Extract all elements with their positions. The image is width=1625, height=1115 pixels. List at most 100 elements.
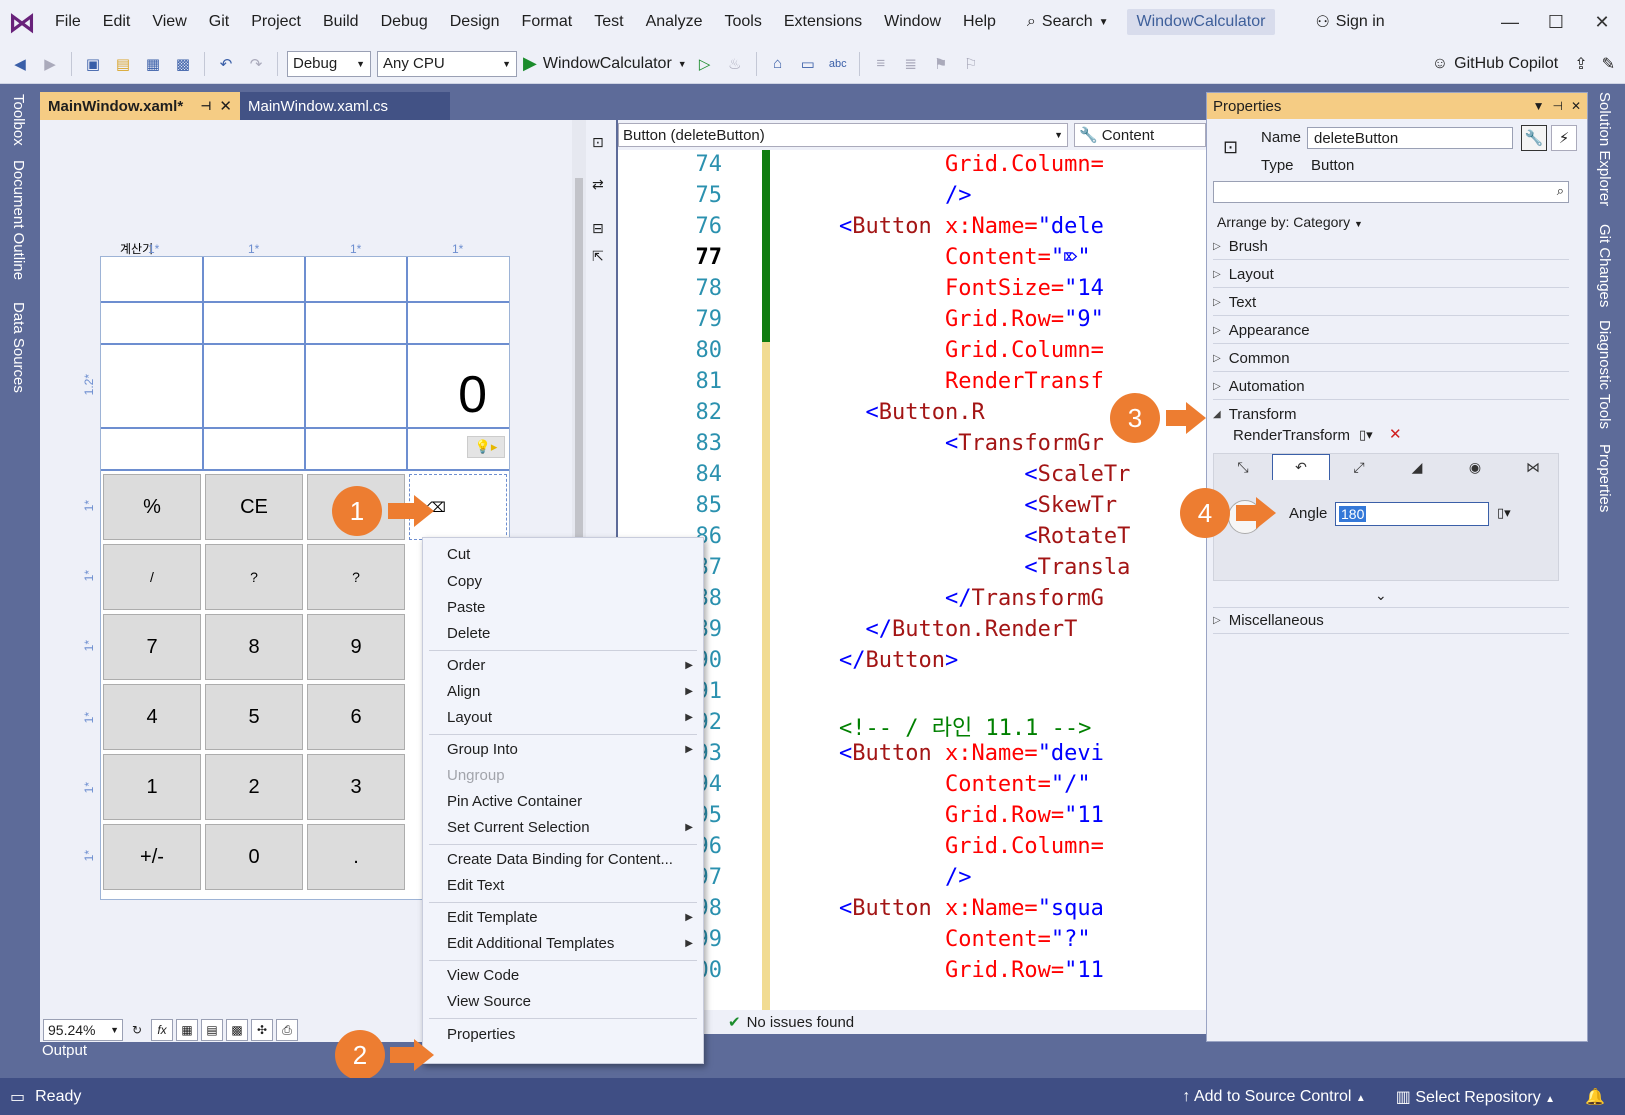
menu-edit[interactable]: Edit — [92, 0, 142, 44]
expand-more-icon[interactable]: ⌄ — [1375, 587, 1387, 604]
digit-6-button[interactable]: 6 — [307, 684, 405, 750]
save-all-icon[interactable]: ▩ — [171, 52, 195, 76]
menu-item-order[interactable]: Order — [447, 657, 485, 674]
menu-file[interactable]: File — [44, 0, 92, 44]
row-marker[interactable]: 1.2* — [82, 374, 96, 395]
menu-view[interactable]: View — [141, 0, 197, 44]
menu-format[interactable]: Format — [511, 0, 584, 44]
dropdown-icon[interactable]: ▼ — [1533, 99, 1545, 113]
category-miscellaneous[interactable]: ▷ Miscellaneous — [1213, 607, 1569, 634]
square-root-button[interactable]: ? — [205, 544, 303, 610]
sign-in-button[interactable]: ⚇ Sign in — [1315, 12, 1384, 32]
menu-item-align[interactable]: Align — [447, 683, 480, 700]
center-point-tab-icon[interactable]: ◉ — [1446, 454, 1504, 480]
menu-item-copy[interactable]: Copy — [447, 573, 482, 590]
hot-reload-icon[interactable]: ♨ — [723, 52, 747, 76]
ce-button[interactable]: CE — [205, 474, 303, 540]
flip-tab-icon[interactable]: ⋈ — [1504, 454, 1562, 480]
menu-item-layout[interactable]: Layout — [447, 709, 492, 726]
menu-item-data-binding[interactable]: Create Data Binding for Content... — [447, 851, 673, 868]
pin-icon[interactable]: ⊣ — [200, 99, 211, 113]
resource-icon[interactable]: ▯▾ — [1497, 505, 1511, 521]
search-button[interactable]: ⌕ Search ▼ — [1019, 7, 1117, 37]
uncomment-icon[interactable]: ≣ — [899, 52, 923, 76]
menu-item-properties[interactable]: Properties — [447, 1026, 515, 1043]
platform-select[interactable]: Any CPU ▼ — [377, 50, 517, 77]
open-folder-icon[interactable]: ▤ — [111, 52, 135, 76]
pin-icon[interactable]: ⊣ — [1552, 99, 1562, 113]
device-icon[interactable]: ⎙ — [276, 1019, 298, 1041]
menu-help[interactable]: Help — [952, 0, 1007, 44]
digit-4-button[interactable]: 4 — [103, 684, 201, 750]
comment-icon[interactable]: ≡ — [869, 52, 893, 76]
decimal-button[interactable]: . — [307, 824, 405, 890]
divide-button[interactable]: / — [103, 544, 201, 610]
select-repository-button[interactable]: ▥ Select Repository ▲ — [1396, 1087, 1555, 1107]
row-marker[interactable]: 1* — [82, 570, 96, 581]
redo-icon[interactable]: ↷ — [244, 52, 268, 76]
element-navigation-select[interactable]: Button (deleteButton) ▼ — [618, 123, 1068, 147]
digit-3-button[interactable]: 3 — [307, 754, 405, 820]
digit-5-button[interactable]: 5 — [205, 684, 303, 750]
column-marker[interactable]: 1* — [148, 242, 159, 256]
row-marker[interactable]: 1* — [82, 782, 96, 793]
menu-item-view-source[interactable]: View Source — [447, 993, 531, 1010]
translate-tab-icon[interactable]: ⤡ — [1214, 454, 1272, 480]
scale-tab-icon[interactable]: ⤢ — [1330, 454, 1388, 480]
menu-project[interactable]: Project — [240, 0, 312, 44]
design-view-icon[interactable]: ⊡ — [592, 134, 604, 151]
forward-icon[interactable]: ▶ — [38, 52, 62, 76]
menu-item-view-code[interactable]: View Code — [447, 967, 519, 984]
maximize-icon[interactable]: ☐ — [1533, 0, 1579, 44]
back-icon[interactable]: ◀ — [8, 52, 32, 76]
percent-button[interactable]: % — [103, 474, 201, 540]
split-vertical-icon[interactable]: ⊟ — [592, 220, 604, 237]
resource-icon[interactable]: ▯▾ — [1359, 427, 1373, 443]
menu-item-delete[interactable]: Delete — [447, 625, 490, 642]
skew-tab-icon[interactable]: ◢ — [1388, 454, 1446, 480]
zoom-select[interactable]: 95.24% ▼ — [43, 1019, 123, 1041]
minimize-icon[interactable]: — — [1487, 0, 1533, 44]
name-field[interactable]: deleteButton — [1307, 127, 1513, 149]
close-icon[interactable]: ✕ — [1579, 0, 1625, 44]
git-changes-tab[interactable]: Git Changes — [1596, 224, 1613, 307]
digit-2-button[interactable]: 2 — [205, 754, 303, 820]
bookmark-icon[interactable]: ⚑ — [929, 52, 953, 76]
lightbulb-icon[interactable]: 💡▸ — [467, 436, 505, 458]
category-layout[interactable]: ▷ Layout — [1213, 261, 1569, 288]
menu-git[interactable]: Git — [198, 0, 240, 44]
angle-field[interactable]: 180 — [1335, 502, 1489, 526]
category-automation[interactable]: ▷ Automation — [1213, 373, 1569, 400]
checker-icon[interactable]: ▩ — [226, 1019, 248, 1041]
fx-button[interactable]: fx — [151, 1019, 173, 1041]
category-text[interactable]: ▷ Text — [1213, 289, 1569, 316]
github-copilot-button[interactable]: ☺ GitHub Copilot ⇪ ✎ — [1432, 54, 1615, 74]
output-tab[interactable]: Output — [40, 1042, 140, 1064]
menu-item-cut[interactable]: Cut — [447, 546, 470, 563]
digit-0-button[interactable]: 0 — [205, 824, 303, 890]
property-navigation-select[interactable]: 🔧 Content — [1074, 123, 1206, 147]
layout-icon[interactable]: ▭ — [796, 52, 820, 76]
properties-search-input[interactable]: ⌕ — [1213, 181, 1569, 203]
close-icon[interactable]: ✕ — [1571, 99, 1581, 113]
refresh-icon[interactable]: ↻ — [126, 1019, 148, 1041]
notifications-bell-icon[interactable]: 🔔 — [1585, 1087, 1605, 1107]
column-marker[interactable]: 1* — [350, 242, 361, 256]
negate-button[interactable]: +/- — [103, 824, 201, 890]
swap-panes-icon[interactable]: ⇄ — [592, 176, 604, 193]
digit-9-button[interactable]: 9 — [307, 614, 405, 680]
undo-icon[interactable]: ↶ — [214, 52, 238, 76]
artboard-icon[interactable]: ▤ — [201, 1019, 223, 1041]
column-marker[interactable]: 1* — [452, 242, 463, 256]
properties-wrench-icon[interactable]: 🔧 — [1521, 125, 1547, 151]
menu-extensions[interactable]: Extensions — [773, 0, 873, 44]
properties-rail-tab[interactable]: Properties — [1596, 444, 1613, 512]
arrange-by-select[interactable]: Arrange by: Category ▼ — [1217, 214, 1363, 230]
row-marker[interactable]: 1* — [82, 640, 96, 651]
save-icon[interactable]: ▦ — [141, 52, 165, 76]
code-editor[interactable]: 74 Grid.Column= 75 /> 76 <Button x:Name="d… — [618, 150, 1206, 1010]
menu-item-group-into[interactable]: Group Into — [447, 741, 518, 758]
category-transform[interactable]: ◢ Transform — [1213, 401, 1569, 428]
digit-7-button[interactable]: 7 — [103, 614, 201, 680]
popout-icon[interactable]: ⇱ — [592, 248, 604, 265]
